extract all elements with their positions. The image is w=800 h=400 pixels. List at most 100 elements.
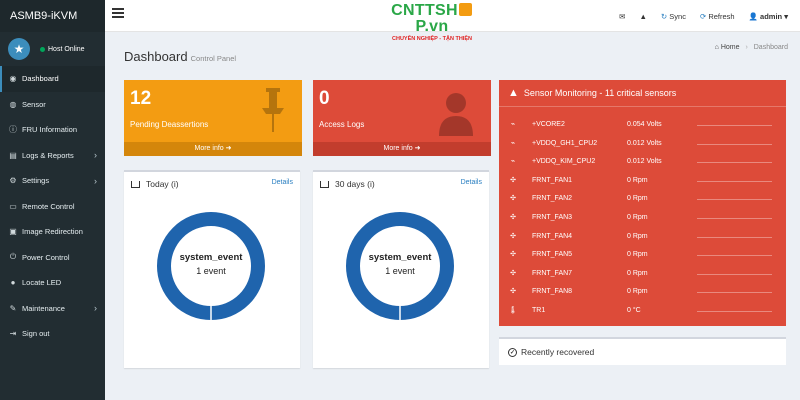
sidebar-item-sign-out[interactable]: ⇥ Sign out bbox=[0, 321, 105, 347]
sensor-value: 0.012 Volts bbox=[627, 158, 662, 166]
sidebar-item-logs-reports[interactable]: ▤ Logs & Reports › bbox=[0, 143, 105, 169]
sensor-icon: ◍ bbox=[9, 99, 17, 109]
sidebar-item-image-redirection[interactable]: ▣ Image Redirection bbox=[0, 219, 105, 245]
image-icon: ▣ bbox=[9, 227, 17, 237]
sensor-row[interactable]: ⌁ +VCORE2 0.054 Volts bbox=[499, 116, 786, 135]
sidebar-item-power-control[interactable]: ⏻ Power Control bbox=[0, 245, 105, 271]
user-icon: 👤 bbox=[748, 11, 758, 21]
sidebar-item-label: Image Redirection bbox=[22, 227, 83, 237]
today-title: Today (i) bbox=[146, 179, 179, 189]
sensor-row[interactable]: ✣ FRNT_FAN2 0 Rpm bbox=[499, 190, 786, 209]
sensor-row[interactable]: ✣ FRNT_FAN1 0 Rpm bbox=[499, 172, 786, 191]
pushpin-icon bbox=[262, 88, 284, 132]
sensor-name: FRNT_FAN1 bbox=[532, 176, 573, 184]
days30-donut-label: system_event 1 event bbox=[368, 252, 432, 276]
sidebar-item-label: Settings bbox=[22, 176, 50, 186]
sidebar-item-settings[interactable]: ⚙ Settings › bbox=[0, 168, 105, 194]
sidebar-item-label: Dashboard bbox=[22, 74, 59, 84]
sensor-value: 0 °C bbox=[627, 307, 641, 314]
sidebar-item-maintenance[interactable]: ✎ Maintenance › bbox=[0, 296, 105, 322]
wrench-icon: ✎ bbox=[9, 303, 17, 313]
chevron-right-icon: › bbox=[94, 175, 97, 186]
power-icon: ⏻ bbox=[9, 252, 17, 262]
refresh-button[interactable]: ⟳ Refresh bbox=[700, 12, 735, 21]
sensor-row[interactable]: ⌁ +VDDQ_KIM_CPU2 0.012 Volts bbox=[499, 153, 786, 172]
fan-icon: ✣ bbox=[510, 269, 516, 277]
sensor-title: Sensor Monitoring - 11 critical sensors bbox=[523, 88, 677, 98]
chevron-right-icon: › bbox=[94, 303, 97, 314]
sensor-level-bar bbox=[697, 180, 772, 182]
user-menu[interactable]: 👤 admin ▾ bbox=[749, 12, 788, 21]
sidebar-item-dashboard[interactable]: ◉ Dashboard bbox=[0, 66, 105, 92]
pending-more-info-link[interactable]: More info ➜ bbox=[124, 142, 302, 156]
access-count: 0 bbox=[319, 88, 330, 109]
today-panel: Today (i) Details system_event 1 event bbox=[124, 170, 300, 368]
online-dot-icon bbox=[40, 46, 45, 52]
sensor-name: FRNT_FAN7 bbox=[532, 269, 573, 277]
brand-title[interactable]: ASMB9-iKVM bbox=[0, 0, 105, 32]
sync-button[interactable]: ↻ Sync bbox=[661, 12, 686, 21]
shop-bag-icon bbox=[458, 3, 472, 16]
top-right-menu: ✉ ▲ ↻ Sync ⟳ Refresh 👤 admin ▾ bbox=[605, 0, 788, 32]
sensor-level-bar bbox=[697, 292, 772, 294]
sensor-name: +VCORE2 bbox=[532, 121, 565, 128]
sidebar-item-sensor[interactable]: ◍ Sensor bbox=[0, 92, 105, 118]
recently-recovered-panel[interactable]: ✓ Recently recovered bbox=[499, 337, 786, 365]
sensor-row[interactable]: ✣ FRNT_FAN4 0 Rpm bbox=[499, 228, 786, 247]
user-panel: ★ Host Online bbox=[0, 32, 105, 66]
envelope-icon[interactable]: ✉ bbox=[619, 12, 625, 21]
sensor-value: 0.054 Volts bbox=[627, 121, 662, 128]
sensor-value: 0 Rpm bbox=[627, 251, 648, 259]
marker-icon: ● bbox=[10, 278, 16, 288]
sidebar-item-label: Power Control bbox=[22, 252, 70, 262]
sidebar-item-label: Remote Control bbox=[22, 201, 75, 211]
sidebar-item-locate-led[interactable]: ● Locate LED bbox=[0, 270, 105, 296]
voltage-icon: ⌁ bbox=[510, 139, 516, 147]
caret-down-icon: ▾ bbox=[784, 11, 788, 21]
refresh-icon: ⟳ bbox=[699, 11, 707, 21]
today-details-link[interactable]: Details bbox=[272, 179, 293, 186]
breadcrumb-home[interactable]: Home bbox=[721, 44, 740, 51]
sensor-level-bar bbox=[697, 143, 772, 145]
sensor-row[interactable]: ✣ FRNT_FAN5 0 Rpm bbox=[499, 246, 786, 265]
sensor-row[interactable]: 🌡 TR1 0 °C bbox=[499, 302, 786, 321]
sensor-row[interactable]: ✣ FRNT_FAN3 0 Rpm bbox=[499, 209, 786, 228]
dashboard-icon: ◉ bbox=[9, 74, 17, 84]
fan-icon: ✣ bbox=[510, 288, 516, 296]
sensor-level-bar bbox=[697, 311, 772, 312]
sync-icon: ↻ bbox=[660, 11, 668, 21]
voltage-icon: ⌁ bbox=[510, 121, 516, 128]
sensor-row[interactable]: ✣ FRNT_FAN8 0 Rpm bbox=[499, 283, 786, 302]
sensor-name: TR1 bbox=[532, 307, 546, 314]
fan-icon: ✣ bbox=[510, 176, 516, 184]
sidebar-item-label: Maintenance bbox=[22, 303, 65, 313]
days30-title: 30 days (i) bbox=[335, 179, 375, 189]
sensor-level-bar bbox=[697, 199, 772, 201]
sensor-name: FRNT_FAN5 bbox=[532, 251, 573, 259]
fan-icon: ✣ bbox=[510, 232, 516, 240]
sidebar-item-remote-control[interactable]: ▭ Remote Control bbox=[0, 194, 105, 220]
sensor-level-bar bbox=[697, 255, 772, 257]
fan-icon: ✣ bbox=[510, 214, 516, 221]
access-more-info-link[interactable]: More info ➜ bbox=[313, 142, 491, 156]
menu-toggle-icon[interactable] bbox=[112, 8, 124, 18]
sensor-level-bar bbox=[697, 162, 772, 164]
info-icon: ⓘ bbox=[9, 125, 17, 135]
inbox-icon bbox=[131, 180, 140, 188]
sidebar-item-fru-information[interactable]: ⓘ FRU Information bbox=[0, 117, 105, 143]
today-donut-label: system_event 1 event bbox=[179, 252, 243, 276]
sensor-row[interactable]: ⌁ +VDDQ_GH1_CPU2 0.012 Volts bbox=[499, 135, 786, 154]
fan-icon: ✣ bbox=[510, 195, 516, 203]
days30-details-link[interactable]: Details bbox=[461, 179, 482, 186]
sensor-row[interactable]: ✣ FRNT_FAN7 0 Rpm bbox=[499, 265, 786, 284]
warning-icon[interactable]: ▲ bbox=[639, 12, 646, 21]
user-silhouette-icon bbox=[439, 93, 473, 136]
sensor-name: FRNT_FAN3 bbox=[532, 214, 573, 221]
sensor-value: 0 Rpm bbox=[627, 269, 648, 277]
sidebar-nav: ◉ Dashboard ◍ Sensor ⓘ FRU Information ▤ Logs &… bbox=[0, 66, 105, 347]
host-status-label: Host Online bbox=[48, 45, 85, 53]
sidebar-item-label: Sensor bbox=[22, 99, 46, 109]
sensor-monitoring-panel: ▲ Sensor Monitoring - 11 critical sensors… bbox=[499, 80, 786, 326]
sensor-level-bar bbox=[697, 273, 772, 275]
access-label: Access Logs bbox=[319, 120, 365, 129]
